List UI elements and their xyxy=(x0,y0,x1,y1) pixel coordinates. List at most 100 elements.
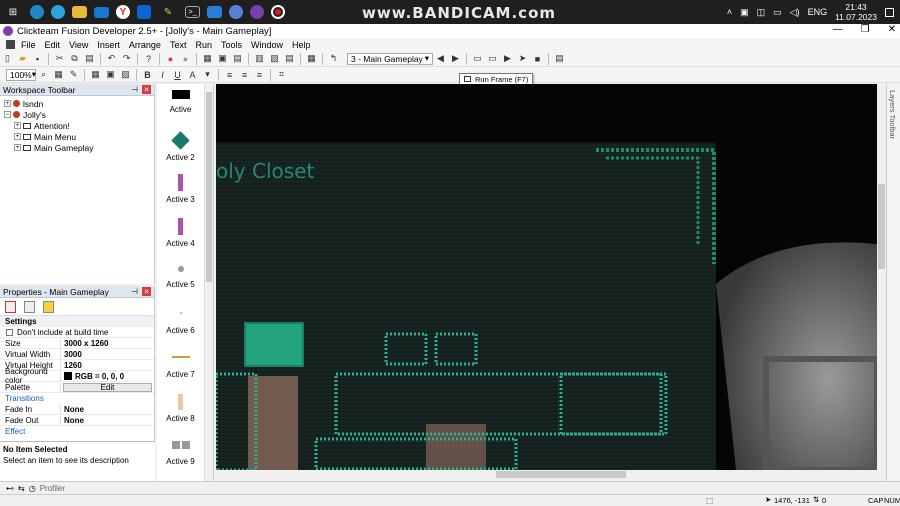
tree-item-jollys[interactable]: − Jolly's xyxy=(4,109,154,120)
crop-icon[interactable]: ⌗ xyxy=(276,69,288,81)
maximize-button[interactable]: ❐ xyxy=(861,24,870,35)
prop-virtual-width[interactable]: Virtual Width 3000 xyxy=(0,349,154,360)
grid-snap-icon[interactable]: ▦ xyxy=(53,69,65,81)
object-active-8[interactable]: Active 8 xyxy=(157,394,204,423)
align-right-icon[interactable]: ≡ xyxy=(254,69,266,81)
telegram-icon[interactable] xyxy=(51,5,65,19)
minimize-button[interactable]: — xyxy=(833,24,843,35)
list-editor-icon[interactable]: ▥ xyxy=(254,53,266,65)
object-active-6[interactable]: Active 6 xyxy=(157,312,204,335)
tree-item-attention[interactable]: + Attention! xyxy=(4,120,154,131)
menu-text[interactable]: Text xyxy=(170,40,187,50)
collapse-icon[interactable]: − xyxy=(4,111,11,118)
scrollbar-thumb[interactable] xyxy=(206,92,212,282)
record-icon[interactable]: ● xyxy=(180,53,192,65)
chevron-up-icon[interactable]: ˄ xyxy=(727,7,732,17)
zoom-select[interactable]: 100% ▾ xyxy=(6,68,36,81)
close-panel-icon[interactable]: ✕ xyxy=(142,85,151,94)
globe-app-icon[interactable] xyxy=(229,5,243,19)
network-icon[interactable]: ▭ xyxy=(773,7,782,18)
data-elements-icon[interactable]: ▦ xyxy=(306,53,318,65)
object-active-4[interactable]: Active 4 xyxy=(157,218,204,248)
terminal-icon[interactable]: >_ xyxy=(185,6,200,18)
help-icon[interactable]: ? xyxy=(143,53,155,65)
prop-value[interactable]: None xyxy=(60,415,154,425)
underline-icon[interactable]: U xyxy=(172,69,184,81)
clock-icon[interactable]: ◷ xyxy=(29,484,36,493)
edge-browser-icon[interactable] xyxy=(30,5,44,19)
volume-icon[interactable]: ◁) xyxy=(790,7,800,18)
expand-icon[interactable]: + xyxy=(14,144,21,151)
prop-value[interactable]: None xyxy=(60,404,154,414)
object-active-7[interactable]: Active 7 xyxy=(157,356,204,379)
run-project-icon[interactable]: ▭ xyxy=(487,53,499,65)
clickteam-fusion-icon[interactable] xyxy=(250,5,264,19)
tree-item-lsndn[interactable]: + lsndn xyxy=(4,98,154,109)
document-menu-icon[interactable] xyxy=(6,40,15,49)
file-explorer-icon[interactable] xyxy=(72,6,87,18)
italic-icon[interactable]: I xyxy=(157,69,169,81)
windows-start-icon[interactable]: ⊞ xyxy=(3,3,23,21)
prop-value[interactable]: 3000 xyxy=(60,349,154,359)
pin-icon[interactable]: ⊣ xyxy=(131,85,138,94)
snap-icon[interactable]: ▣ xyxy=(105,69,117,81)
expand-icon[interactable]: + xyxy=(4,100,11,107)
event-editor-icon[interactable]: ▤ xyxy=(232,53,244,65)
path-icon[interactable]: ↰ xyxy=(328,53,340,65)
effect-category[interactable]: Effect xyxy=(0,426,154,437)
language-indicator[interactable]: ENG xyxy=(808,7,828,17)
paint-icon[interactable]: ✎ xyxy=(68,69,80,81)
object-panel-scrollbar[interactable] xyxy=(204,84,213,481)
clock[interactable]: 21:43 11.07.2023 xyxy=(835,2,877,22)
notification-icon[interactable] xyxy=(885,7,894,17)
new-file-icon[interactable]: ▯ xyxy=(2,53,14,65)
stop-application-icon[interactable]: ■ xyxy=(532,53,544,65)
tree-item-main-menu[interactable]: + Main Menu xyxy=(4,131,154,142)
open-folder-icon[interactable]: ▰ xyxy=(17,53,29,65)
frame-select[interactable]: 3 - Main Gameplay ▾ xyxy=(347,52,433,65)
object-active-5[interactable]: Active 5 xyxy=(157,266,204,289)
prop-size[interactable]: Size 3000 x 1260 xyxy=(0,338,154,349)
canvas-horizontal-scrollbar[interactable] xyxy=(216,470,877,479)
event-list-icon[interactable]: ▤ xyxy=(284,53,296,65)
close-panel-icon[interactable]: ✕ xyxy=(142,287,151,296)
comment-icon[interactable] xyxy=(43,300,54,313)
prop-value[interactable]: 3000 x 1260 xyxy=(60,338,154,348)
next-frame-icon[interactable]: ▶ xyxy=(450,53,462,65)
transitions-category[interactable]: Transitions xyxy=(0,393,154,404)
code-icon[interactable]: ▧ xyxy=(269,53,281,65)
expand-icon[interactable]: + xyxy=(14,133,21,140)
object-active-3[interactable]: Active 3 xyxy=(157,174,204,204)
copy-icon[interactable]: ⧉ xyxy=(69,53,81,65)
bold-icon[interactable]: B xyxy=(142,69,154,81)
menu-help[interactable]: Help xyxy=(292,40,311,50)
text-color-icon[interactable]: ▾ xyxy=(202,69,214,81)
object-active-2[interactable]: Active 2 xyxy=(157,131,204,162)
tree-item-main-gameplay[interactable]: + Main Gameplay xyxy=(4,142,154,153)
zoom-icon[interactable]: ⌕ xyxy=(38,69,50,81)
build-checkbox[interactable] xyxy=(6,328,13,336)
prop-background-color[interactable]: Background color RGB = 0, 0, 0 xyxy=(0,367,154,385)
canvas-vertical-scrollbar[interactable] xyxy=(877,84,886,470)
menu-file[interactable]: File xyxy=(21,40,36,50)
cut-icon[interactable]: ✂ xyxy=(54,53,66,65)
document-icon[interactable] xyxy=(24,300,35,313)
previous-frame-icon[interactable]: ◀ xyxy=(435,53,447,65)
frame-editor-icon[interactable]: ▣ xyxy=(217,53,229,65)
scrollbar-thumb[interactable] xyxy=(878,184,885,269)
save-icon[interactable]: ▪ xyxy=(32,53,44,65)
menu-tools[interactable]: Tools xyxy=(221,40,242,50)
scrollbar-thumb[interactable] xyxy=(496,471,626,478)
frame-editor-canvas[interactable]: oly Closet xyxy=(216,84,877,470)
color-value[interactable]: RGB = 0, 0, 0 xyxy=(60,371,154,381)
menu-run[interactable]: Run xyxy=(195,40,212,50)
show-grid-icon[interactable]: ▦ xyxy=(90,69,102,81)
menu-view[interactable]: View xyxy=(69,40,88,50)
expand-icon[interactable]: + xyxy=(14,122,21,129)
bandicam-record-icon[interactable] xyxy=(271,5,285,19)
menu-window[interactable]: Window xyxy=(251,40,283,50)
debug-icon[interactable]: ⇆ xyxy=(18,484,25,493)
yandex-browser-icon[interactable]: Y xyxy=(116,5,130,19)
menu-insert[interactable]: Insert xyxy=(97,40,120,50)
checklist-icon[interactable] xyxy=(5,300,16,313)
